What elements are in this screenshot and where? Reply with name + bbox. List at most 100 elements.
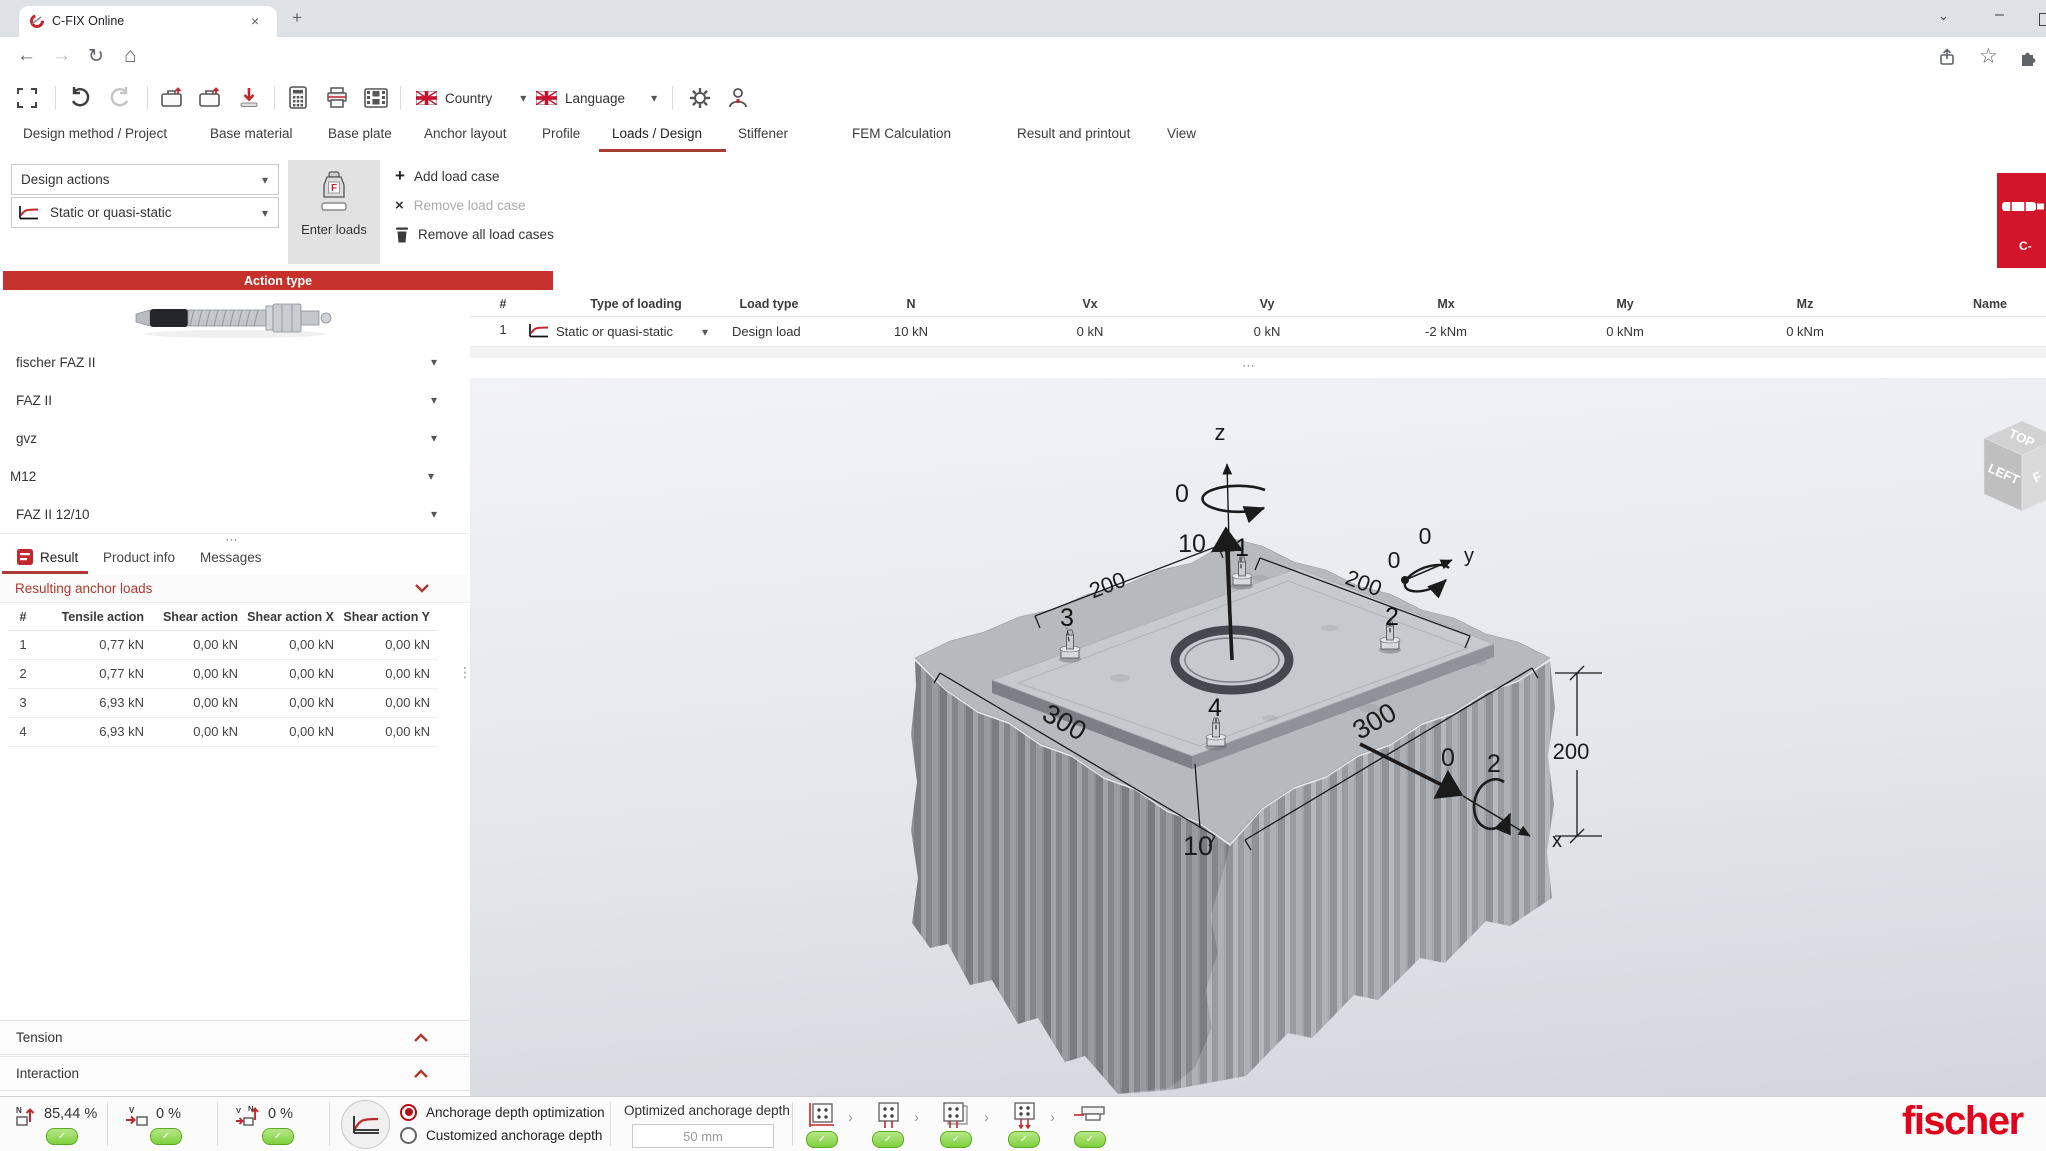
language-select[interactable]: Language ▾ [536, 87, 657, 109]
step-plate-anchors-icon[interactable] [938, 1101, 970, 1129]
cfix-product-badge[interactable]: C- [1997, 173, 2046, 268]
country-select[interactable]: Country ▾ [416, 87, 526, 109]
caret-icon: ▾ [431, 393, 437, 407]
undo-icon[interactable] [68, 86, 92, 110]
interaction-section-header[interactable]: Interaction [0, 1056, 469, 1091]
window-maximize-icon[interactable] [2039, 13, 2046, 26]
home-icon[interactable]: ⌂ [124, 44, 137, 68]
dropdown-variant[interactable]: FAZ II 12/10 ▾ [0, 495, 469, 534]
load-curve-button[interactable] [341, 1100, 390, 1149]
scene-3d: 1 2 3 4 200 200 300 300 200 10 z 0 10 [470, 378, 2046, 1096]
dropdown-coating[interactable]: gvz ▾ [0, 419, 469, 458]
optimized-depth-input[interactable] [632, 1124, 774, 1148]
browser-tab[interactable]: C-FIX Online × [19, 6, 277, 37]
remove-all-load-cases-button[interactable]: Remove all load cases [394, 224, 554, 244]
share-icon[interactable] [1938, 48, 1958, 66]
bookmark-star-icon[interactable]: ☆ [1979, 44, 1998, 69]
result-row[interactable]: 20,77 kN0,00 kN0,00 kN0,00 kN [8, 659, 438, 689]
step-profile-icon[interactable] [1072, 1101, 1106, 1129]
viewport-3d[interactable]: 1 2 3 4 200 200 300 300 200 10 z 0 10 [470, 378, 2046, 1096]
tab-loads-design[interactable]: Loads / Design [612, 126, 702, 141]
col-shear: Shear action [148, 610, 242, 624]
tab-base-plate[interactable]: Base plate [328, 126, 392, 141]
forward-icon[interactable]: → [52, 45, 71, 67]
design-actions-dropdown[interactable]: Design actions ▾ [11, 164, 279, 195]
table-viewport-splitter[interactable]: ⋯ [1242, 358, 1257, 374]
action-type-value: Static or quasi-static [50, 205, 172, 220]
type-caret-icon[interactable]: ▾ [702, 325, 708, 339]
anchor-3-label: 3 [1060, 604, 1074, 632]
calculator-icon[interactable] [288, 86, 308, 110]
redo-icon[interactable] [108, 86, 132, 110]
cell-n[interactable]: 10 kN [851, 324, 971, 339]
dropdown-product-type[interactable]: FAZ II ▾ [0, 381, 469, 420]
step-anchors-icon[interactable] [872, 1101, 902, 1129]
add-load-case-button[interactable]: + Add load case [395, 166, 500, 186]
result-row[interactable]: 46,93 kN0,00 kN0,00 kN0,00 kN [8, 717, 438, 747]
new-tab-icon[interactable]: + [292, 8, 302, 28]
customized-depth-label: Customized anchorage depth [426, 1128, 602, 1143]
result-row[interactable]: 10,77 kN0,00 kN0,00 kN0,00 kN [8, 630, 438, 660]
cell-mx[interactable]: -2 kNm [1386, 324, 1506, 339]
tab-stiffener[interactable]: Stiffener [738, 126, 788, 141]
remove-all-label: Remove all load cases [418, 227, 554, 242]
printer-icon[interactable] [326, 87, 348, 109]
window-chevron-icon[interactable]: ⌄ [1938, 8, 1949, 24]
cell-type-of-loading[interactable]: Static or quasi-static [556, 324, 673, 339]
action-type-dropdown[interactable]: Static or quasi-static ▾ [11, 197, 279, 228]
step-next-icon: › [848, 1109, 853, 1126]
fullscreen-icon[interactable] [16, 87, 38, 109]
tab-design-method[interactable]: Design method / Project [23, 126, 167, 141]
cell-mz[interactable]: 0 kNm [1745, 324, 1865, 339]
header-mx: Mx [1386, 292, 1506, 316]
open-file-icon[interactable] [198, 87, 222, 109]
cell-my[interactable]: 0 kNm [1565, 324, 1685, 339]
tab-close-icon[interactable]: × [251, 13, 259, 29]
language-label: Language [565, 91, 625, 106]
cell-vx[interactable]: 0 kN [1030, 324, 1150, 339]
user-account-icon[interactable] [728, 86, 748, 110]
header-vx: Vx [1030, 292, 1150, 316]
window-minimize-icon[interactable]: – [1995, 6, 2004, 24]
header-type-of-loading: Type of loading [576, 292, 696, 316]
tab-base-material[interactable]: Base material [210, 126, 293, 141]
step-loads-icon[interactable] [1008, 1101, 1038, 1129]
browser-addressbar: ← → ↻ ⌂ fixperience.online/cfix ☆ [0, 37, 2046, 79]
extensions-puzzle-icon[interactable] [2018, 47, 2038, 67]
col-shear-y: Shear action Y [338, 610, 434, 624]
cell-vy[interactable]: 0 kN [1207, 324, 1327, 339]
tab-anchor-layout[interactable]: Anchor layout [424, 126, 507, 141]
step-baseplate-icon[interactable] [806, 1101, 836, 1129]
back-icon[interactable]: ← [17, 45, 36, 67]
step-ok-badge: ✓ [806, 1131, 838, 1148]
film-icon[interactable] [364, 87, 388, 109]
result-row[interactable]: 36,93 kN0,00 kN0,00 kN0,00 kN [8, 688, 438, 718]
interaction-utilization-icon: V N [234, 1105, 262, 1127]
resulting-anchor-loads-header[interactable]: Resulting anchor loads [0, 574, 470, 603]
tab-product-info[interactable]: Product info [103, 550, 175, 565]
customized-depth-option[interactable]: Customized anchorage depth [400, 1125, 602, 1145]
add-load-case-label: Add load case [414, 169, 500, 184]
tab-messages[interactable]: Messages [200, 550, 262, 565]
load-table-row[interactable]: 1 Static or quasi-static ▾ Design load 1… [470, 317, 2046, 347]
step-ok-badge: ✓ [1074, 1131, 1106, 1148]
tab-fem-calculation[interactable]: FEM Calculation [852, 126, 951, 141]
empty-row-band [470, 347, 2046, 358]
enter-loads-button[interactable]: F Enter loads [288, 160, 380, 264]
tab-profile[interactable]: Profile [542, 126, 580, 141]
settings-gear-icon[interactable] [688, 86, 712, 110]
tension-section-header[interactable]: Tension [0, 1020, 469, 1055]
save-download-icon[interactable] [238, 86, 260, 110]
anchorage-optimization-option[interactable]: Anchorage depth optimization [400, 1102, 605, 1122]
reload-icon[interactable]: ↻ [88, 45, 104, 68]
open-project-icon[interactable] [160, 87, 184, 109]
dropdown-size[interactable]: M12 ▾ [0, 457, 469, 496]
tab-result-printout[interactable]: Result and printout [1017, 126, 1130, 141]
tab-result[interactable]: Result [40, 550, 78, 565]
tab-view[interactable]: View [1167, 126, 1196, 141]
remove-load-case-button[interactable]: × Remove load case [395, 195, 526, 215]
caret-icon: ▾ [431, 355, 437, 369]
view-cube[interactable]: TOP LEFT F [1984, 421, 2046, 511]
check-icon: ✓ [58, 1131, 66, 1142]
dropdown-product-family[interactable]: fischer FAZ II ▾ [0, 343, 469, 382]
